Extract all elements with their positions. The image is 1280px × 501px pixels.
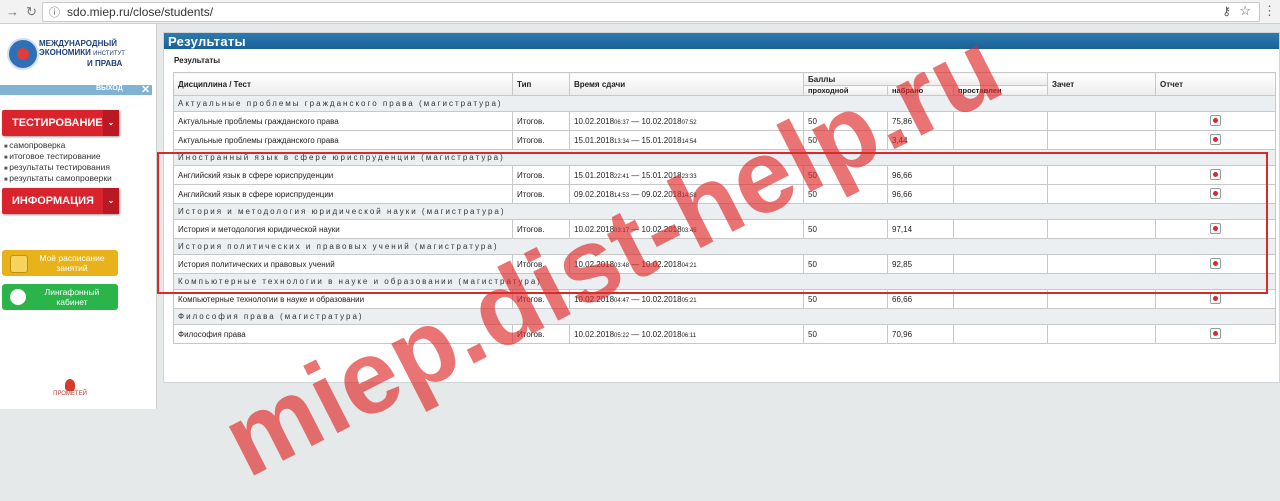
missed-cell (952, 324, 1049, 344)
group-name: Философия права (магистратура) (172, 308, 1277, 325)
url-text[interactable]: sdo.miep.ru/close/students/ (67, 5, 213, 19)
browser-toolbar: → ↻ ⓘ sdo.miep.ru/close/students/ ⚷ ☆ ⋮ (0, 0, 1280, 24)
group-row: Актуальные проблемы гражданского права (… (172, 95, 1277, 112)
header-credit: Зачет (1047, 72, 1157, 96)
lingaphone-button-label: Лингафонный кабинет (44, 287, 100, 307)
credit-cell (1047, 324, 1157, 344)
report-icon[interactable] (1210, 133, 1222, 145)
testing-links: самопроверка итоговое тестирование резул… (4, 141, 112, 185)
test-type: Итогов. (512, 111, 570, 131)
headphones-icon (10, 289, 26, 305)
sidebar: МЕЖДУНАРОДНЫЙ ЭКОНОМИКИ ИНСТИТУТ И ПРАВА… (0, 24, 157, 409)
logo-emblem-icon (7, 38, 39, 70)
information-menu-label: ИНФОРМАЦИЯ (12, 195, 94, 207)
report-cell (1155, 111, 1277, 131)
reload-icon[interactable]: ↻ (26, 4, 37, 20)
header-report: Отчет (1155, 72, 1277, 96)
chevron-down-icon: ⌄ (103, 110, 119, 136)
table-row: Актуальные проблемы гражданского права Ит… (173, 111, 1277, 131)
header-type: Тип (512, 72, 570, 96)
close-icon[interactable]: ✕ (141, 83, 150, 96)
test-time: 10.02.201805:22 — 10.02.201806:11 (569, 324, 804, 344)
flame-icon (65, 379, 75, 391)
prometey-logo: ПРОМЕТЕЙ (50, 379, 90, 397)
information-menu-button[interactable]: ИНФОРМАЦИЯ ⌄ (2, 188, 119, 214)
institute-logo-text: МЕЖДУНАРОДНЫЙ ЭКОНОМИКИ ИНСТИТУТ И ПРАВА (39, 39, 125, 68)
group-name: Актуальные проблемы гражданского права (… (172, 95, 1277, 112)
header-time: Время сдачи (569, 72, 804, 96)
header-discipline: Дисциплина / Тест (173, 72, 513, 96)
lingaphone-button[interactable]: Лингафонный кабинет (2, 284, 118, 310)
report-icon[interactable] (1210, 327, 1222, 339)
schedule-button-label: Моё расписание занятий (39, 253, 105, 273)
page-title-bar: Результаты (164, 33, 1279, 49)
star-icon[interactable]: ☆ (1239, 3, 1251, 19)
key-icon[interactable]: ⚷ (1222, 4, 1231, 18)
back-arrow-icon[interactable]: → (6, 4, 19, 19)
chevron-down-icon: ⌄ (103, 188, 119, 214)
report-cell (1155, 324, 1277, 344)
testing-menu-label: ТЕСТИРОВАНИЕ (12, 117, 103, 129)
credit-cell (1047, 130, 1157, 150)
passing-score: 50 (803, 324, 888, 344)
results-subtitle: Результаты (174, 56, 221, 65)
testing-menu-button[interactable]: ТЕСТИРОВАНИЕ ⌄ (2, 110, 119, 136)
test-type: Итогов. (512, 130, 570, 150)
group-row: Философия права (магистратура) (172, 308, 1277, 325)
exit-strip (0, 85, 152, 95)
test-name: Актуальные проблемы гражданского права (173, 111, 513, 131)
scored-points: 70,96 (887, 324, 954, 344)
link-self-check-results[interactable]: результаты самопроверки (4, 174, 112, 185)
test-name: Актуальные проблемы гражданского права (173, 130, 513, 150)
report-icon[interactable] (1210, 292, 1222, 304)
info-icon[interactable]: ⓘ (49, 4, 60, 20)
page-title: Результаты (168, 34, 246, 49)
credit-cell (1047, 111, 1157, 131)
schedule-button[interactable]: Моё расписание занятий (2, 250, 118, 276)
exit-link[interactable]: ВЫХОД (96, 85, 123, 95)
address-bar[interactable]: ⓘ sdo.miep.ru/close/students/ ⚷ ☆ (42, 2, 1260, 22)
calendar-icon (10, 255, 28, 273)
browser-menu-icon[interactable]: ⋮ (1263, 3, 1276, 19)
report-cell (1155, 130, 1277, 150)
report-icon[interactable] (1210, 114, 1222, 126)
